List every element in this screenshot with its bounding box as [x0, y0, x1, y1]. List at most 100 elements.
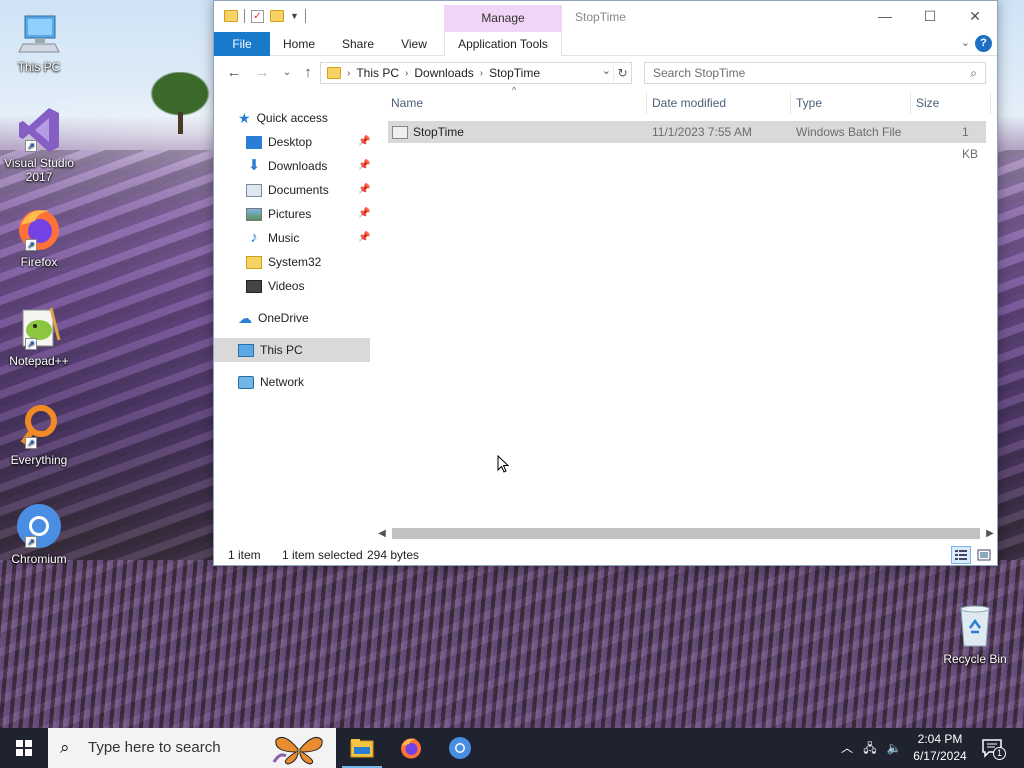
- tab-file[interactable]: File: [214, 32, 270, 56]
- network-tray-icon[interactable]: 🖧: [860, 728, 880, 768]
- batch-file-icon: [392, 126, 408, 140]
- breadcrumb-separator-icon[interactable]: ›: [405, 68, 408, 79]
- pin-icon[interactable]: 📌: [358, 226, 370, 250]
- start-button[interactable]: [0, 728, 48, 768]
- address-dropdown-icon[interactable]: ⌄: [602, 64, 611, 77]
- help-icon[interactable]: ?: [975, 35, 992, 52]
- tab-manage[interactable]: Manage: [444, 5, 562, 32]
- desktop-icon-label: Visual Studio 2017: [4, 156, 74, 184]
- column-header-type[interactable]: Type: [796, 92, 822, 114]
- visual-studio-icon: ↗: [15, 106, 63, 154]
- address-bar[interactable]: › This PC › Downloads › StopTime ⌄ ↻: [320, 62, 632, 84]
- expand-ribbon-chevron-icon[interactable]: ⌄: [961, 36, 970, 49]
- pictures-icon: [246, 207, 262, 221]
- new-folder-icon[interactable]: [270, 10, 284, 22]
- search-icon: ⌕: [60, 738, 70, 757]
- back-arrow-icon[interactable]: ←: [224, 64, 244, 82]
- scrollbar-thumb[interactable]: [392, 528, 980, 539]
- maximize-icon[interactable]: ☐: [907, 1, 953, 31]
- breadcrumb-downloads[interactable]: Downloads: [414, 66, 473, 80]
- pin-icon[interactable]: 📌: [358, 202, 370, 226]
- music-note-icon: ♪: [250, 229, 258, 246]
- sort-ascending-icon: ^: [512, 85, 517, 95]
- taskbar-firefox[interactable]: [387, 728, 435, 768]
- volume-muted-icon[interactable]: 🔈: [884, 728, 904, 768]
- tab-share[interactable]: Share: [334, 32, 382, 56]
- column-header-size[interactable]: Size: [916, 92, 939, 114]
- action-center-icon[interactable]: 1: [980, 736, 1006, 760]
- file-size-cell: 1 KB: [962, 125, 979, 161]
- customize-toolbar-icon[interactable]: ▼: [290, 11, 299, 21]
- pin-icon[interactable]: 📌: [358, 178, 370, 202]
- desktop-icon-visual-studio[interactable]: ↗ Visual Studio 2017: [4, 106, 74, 184]
- explorer-window[interactable]: ✓ ▼ Manage StopTime — ☐ ✕ File Home Shar…: [213, 0, 998, 566]
- download-arrow-icon: ⬇: [247, 157, 261, 174]
- desktop-icon-this-pc[interactable]: This PC: [4, 10, 74, 74]
- desktop-icon-notepadpp[interactable]: ↗ Notepad++: [4, 304, 74, 368]
- desktop-icon-everything[interactable]: ↗ Everything: [4, 403, 74, 467]
- column-header-date-modified[interactable]: Date modified: [652, 92, 726, 114]
- clock-date: 6/17/2024: [913, 749, 967, 763]
- nav-documents[interactable]: Documents 📌: [246, 178, 374, 202]
- navigation-pane: ★ Quick access Desktop 📌 ⬇ Downloads 📌 D…: [214, 94, 374, 539]
- refresh-icon[interactable]: ↻: [613, 63, 631, 83]
- tab-view[interactable]: View: [394, 32, 434, 56]
- up-arrow-icon[interactable]: ↑: [298, 64, 318, 82]
- breadcrumb-separator-icon[interactable]: ›: [480, 68, 483, 79]
- clock-time: 2:04 PM: [917, 732, 963, 746]
- desktop-icon-label: This PC: [17, 60, 61, 74]
- notification-count-badge: 1: [993, 747, 1006, 760]
- desktop-icon: [246, 135, 262, 149]
- cloud-icon: ☁: [238, 310, 252, 326]
- pin-icon[interactable]: 📌: [358, 154, 370, 178]
- file-row[interactable]: StopTime 11/1/2023 7:55 AM Windows Batch…: [388, 121, 986, 161]
- shortcut-arrow-icon: ↗: [25, 239, 37, 251]
- recent-locations-chevron-icon[interactable]: ⌄: [277, 64, 297, 82]
- scroll-right-icon[interactable]: ▶: [982, 525, 998, 542]
- nav-music[interactable]: ♪ Music 📌: [246, 226, 374, 250]
- taskbar-file-explorer[interactable]: [338, 728, 386, 768]
- close-icon[interactable]: ✕: [952, 1, 998, 31]
- desktop-icon-recycle-bin[interactable]: Recycle Bin: [940, 602, 1010, 666]
- taskbar-clock[interactable]: 2:04 PM 6/17/2024: [905, 731, 975, 765]
- window-title: StopTime: [575, 10, 626, 24]
- shortcut-arrow-icon: ↗: [25, 338, 37, 350]
- desktop-icon-label: Firefox: [20, 255, 58, 269]
- scroll-left-icon[interactable]: ◀: [374, 525, 390, 542]
- nav-this-pc[interactable]: This PC: [214, 338, 370, 362]
- nav-quick-access[interactable]: ★ Quick access: [238, 106, 374, 130]
- tab-home[interactable]: Home: [276, 32, 322, 56]
- desktop-icon-label: Notepad++: [9, 354, 69, 368]
- nav-desktop[interactable]: Desktop 📌: [246, 130, 374, 154]
- search-input[interactable]: Search StopTime ⌕: [644, 62, 986, 84]
- show-hidden-icons-chevron-icon[interactable]: ︿: [838, 728, 856, 768]
- breadcrumb-this-pc[interactable]: This PC: [356, 66, 399, 80]
- file-name-cell: StopTime: [392, 121, 464, 143]
- windows-logo-icon: [16, 740, 32, 756]
- horizontal-scrollbar[interactable]: ◀ ▶: [374, 525, 998, 542]
- network-icon: [238, 375, 254, 389]
- pin-icon[interactable]: 📌: [358, 130, 370, 154]
- large-icons-view-icon[interactable]: [974, 546, 994, 564]
- taskbar-search-input[interactable]: ⌕ Type here to search: [48, 728, 336, 768]
- breadcrumb-separator-icon[interactable]: ›: [347, 68, 350, 79]
- quick-access-toolbar: ✓ ▼: [224, 9, 306, 23]
- desktop-icon-chromium[interactable]: ↗ Chromium: [4, 502, 74, 566]
- navigation-bar: ← → ⌄ ↑ › This PC › Downloads › StopTime…: [214, 57, 997, 89]
- column-header-name[interactable]: Name: [391, 92, 423, 114]
- forward-arrow-icon[interactable]: →: [252, 64, 272, 82]
- minimize-icon[interactable]: —: [862, 1, 908, 31]
- breadcrumb-stoptime[interactable]: StopTime: [489, 66, 540, 80]
- nav-videos[interactable]: Videos: [246, 274, 374, 298]
- desktop-icon-firefox[interactable]: ↗ Firefox: [4, 205, 74, 269]
- properties-icon[interactable]: ✓: [251, 9, 264, 23]
- nav-network[interactable]: Network: [238, 370, 374, 394]
- taskbar-chromium[interactable]: [436, 728, 484, 768]
- details-view-icon[interactable]: [951, 546, 971, 564]
- nav-system32[interactable]: System32: [246, 250, 374, 274]
- nav-downloads[interactable]: ⬇ Downloads 📌: [246, 154, 374, 178]
- tab-application-tools[interactable]: Application Tools: [444, 32, 562, 56]
- title-bar[interactable]: ✓ ▼ Manage StopTime — ☐ ✕: [214, 1, 997, 32]
- nav-onedrive[interactable]: ☁ OneDrive: [238, 306, 374, 330]
- nav-pictures[interactable]: Pictures 📌: [246, 202, 374, 226]
